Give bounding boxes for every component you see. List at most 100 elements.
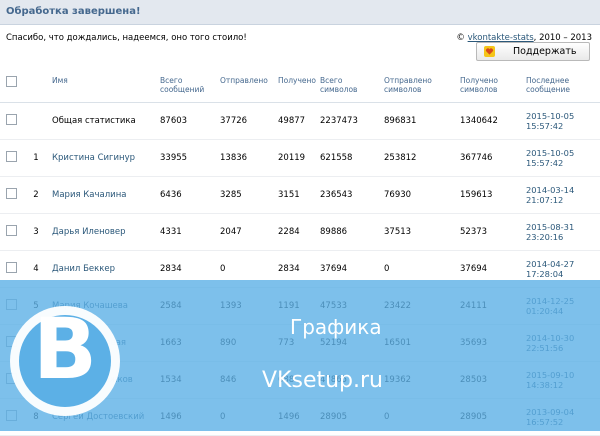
total-messages: 4331 — [158, 213, 218, 251]
last-message-date[interactable]: 2014-03-14 21:07:12 — [524, 176, 600, 214]
table-row[interactable]: 1 Кристина Сигинур 33955 13836 20119 621… — [0, 139, 600, 177]
stats-table: Имя Всего сообщений Отправлено Получено … — [0, 70, 600, 436]
last-message-day: 2013-09-04 — [526, 407, 575, 417]
row-checkbox[interactable] — [6, 225, 17, 236]
row-checkbox[interactable] — [6, 373, 17, 384]
column-header-recv-chars[interactable]: Получено символов — [458, 70, 524, 103]
last-message-day: 2014-03-14 — [526, 185, 575, 195]
received-messages: 3151 — [276, 176, 318, 214]
row-number: 4 — [22, 250, 50, 288]
received-messages: 688 — [276, 361, 318, 399]
column-header-sent-chars[interactable]: Отправлено символов — [382, 70, 458, 103]
last-message-time: 14:38:12 — [526, 380, 564, 390]
row-checkbox[interactable] — [6, 299, 17, 310]
thanks-message: Спасибо, что дождались, надеемся, оно то… — [6, 33, 247, 43]
table-row[interactable]: 4 Данил Беккер 2834 0 2834 37694 0 37694… — [0, 250, 600, 288]
table-row[interactable]: Общая статистика 87603 37726 49877 22374… — [0, 102, 600, 140]
received-chars: 159613 — [458, 176, 524, 214]
copyright-symbol: © — [456, 33, 465, 43]
sent-messages: 1393 — [218, 287, 276, 325]
contact-name-link[interactable]: Андрей Бережков — [50, 361, 158, 399]
last-message-day: 2014-04-27 — [526, 259, 575, 269]
received-chars: 35693 — [458, 324, 524, 362]
total-chars: 89886 — [318, 213, 382, 251]
received-chars: 37694 — [458, 250, 524, 288]
last-message-time: 22:51:56 — [526, 343, 564, 353]
last-message-date[interactable]: 2015-08-31 23:20:16 — [524, 213, 600, 251]
last-message-date[interactable]: 2015-10-05 15:57:42 — [524, 139, 600, 177]
last-message-date[interactable]: 2015-10-05 15:57:42 — [524, 102, 600, 140]
total-messages: 2834 — [158, 250, 218, 288]
received-messages: 2284 — [276, 213, 318, 251]
column-header-total[interactable]: Всего сообщений — [158, 70, 218, 103]
contact-name-link[interactable]: Сергей Достоевский — [50, 398, 158, 436]
last-message-date[interactable]: 2014-12-25 01:20:44 — [524, 287, 600, 325]
table-row[interactable]: 2 Мария Качалина 6436 3285 3151 236543 7… — [0, 176, 600, 214]
column-header-name[interactable]: Имя — [50, 70, 158, 103]
heart-badge-icon — [484, 46, 495, 57]
received-chars: 367746 — [458, 139, 524, 177]
total-chars: 47865 — [318, 361, 382, 399]
row-number: 1 — [22, 139, 50, 177]
contact-name-link[interactable]: Дарья Иленовер — [50, 213, 158, 251]
received-messages: 2834 — [276, 250, 318, 288]
received-chars: 28503 — [458, 361, 524, 399]
sent-messages: 3285 — [218, 176, 276, 214]
total-chars: 52194 — [318, 324, 382, 362]
received-chars: 24111 — [458, 287, 524, 325]
column-header-sent[interactable]: Отправлено — [218, 70, 276, 103]
header-bar: Обработка завершена! — [0, 0, 600, 25]
row-checkbox[interactable] — [6, 188, 17, 199]
sent-messages: 0 — [218, 398, 276, 436]
last-message-time: 15:57:42 — [526, 158, 564, 168]
received-messages: 1496 — [276, 398, 318, 436]
last-message-day: 2015-08-31 — [526, 222, 575, 232]
sent-chars: 0 — [382, 250, 458, 288]
row-checkbox[interactable] — [6, 114, 17, 125]
row-checkbox[interactable] — [6, 336, 17, 347]
select-all-cell[interactable] — [0, 70, 22, 103]
column-header-received[interactable]: Получено — [276, 70, 318, 103]
last-message-date[interactable]: 2014-10-30 22:51:56 — [524, 324, 600, 362]
column-header-chars[interactable]: Всего символов — [318, 70, 382, 103]
sent-messages: 13836 — [218, 139, 276, 177]
last-message-date[interactable]: 2014-04-27 17:28:04 — [524, 250, 600, 288]
sent-chars: 76930 — [382, 176, 458, 214]
column-header-last-message[interactable]: Последнее сообщение — [524, 70, 600, 103]
table-row[interactable]: 7 Андрей Бережков 1534 846 688 47865 193… — [0, 361, 600, 399]
last-message-date[interactable]: 2013-09-04 16:57:52 — [524, 398, 600, 436]
received-messages: 20119 — [276, 139, 318, 177]
contact-name-link[interactable]: Мария Кочашева — [50, 287, 158, 325]
select-all-checkbox[interactable] — [6, 76, 17, 87]
last-message-time: 17:28:04 — [526, 269, 564, 279]
contact-name-link[interactable]: Данил Беккер — [50, 250, 158, 288]
received-chars: 28905 — [458, 398, 524, 436]
total-chars: 37694 — [318, 250, 382, 288]
row-number: 6 — [22, 324, 50, 362]
sent-messages: 37726 — [218, 102, 276, 140]
received-messages: 49877 — [276, 102, 318, 140]
table-row[interactable]: 5 Мария Кочашева 2584 1393 1191 47533 23… — [0, 287, 600, 325]
sent-messages: 890 — [218, 324, 276, 362]
table-row[interactable]: 8 Сергей Достоевский 1496 0 1496 28905 0… — [0, 398, 600, 436]
sent-messages: 0 — [218, 250, 276, 288]
contact-name-link[interactable]: Любовь Дуковая — [50, 324, 158, 362]
row-checkbox[interactable] — [6, 151, 17, 162]
page-title: Обработка завершена! — [6, 6, 141, 17]
table-row[interactable]: 3 Дарья Иленовер 4331 2047 2284 89886 37… — [0, 213, 600, 251]
table-row[interactable]: 6 Любовь Дуковая 1663 890 773 52194 1650… — [0, 324, 600, 362]
contact-name-link[interactable]: Мария Качалина — [50, 176, 158, 214]
column-header-number — [22, 70, 50, 103]
row-number — [22, 102, 50, 140]
contact-name-link[interactable]: Кристина Сигинур — [50, 139, 158, 177]
row-checkbox[interactable] — [6, 410, 17, 421]
row-checkbox[interactable] — [6, 262, 17, 273]
support-button-label: Поддержать — [513, 46, 577, 57]
sent-chars: 23422 — [382, 287, 458, 325]
last-message-day: 2014-10-30 — [526, 333, 575, 343]
last-message-date[interactable]: 2015-09-10 14:38:12 — [524, 361, 600, 399]
total-messages: 87603 — [158, 102, 218, 140]
total-messages: 6436 — [158, 176, 218, 214]
support-button[interactable]: Поддержать — [476, 42, 590, 61]
sent-chars: 896831 — [382, 102, 458, 140]
